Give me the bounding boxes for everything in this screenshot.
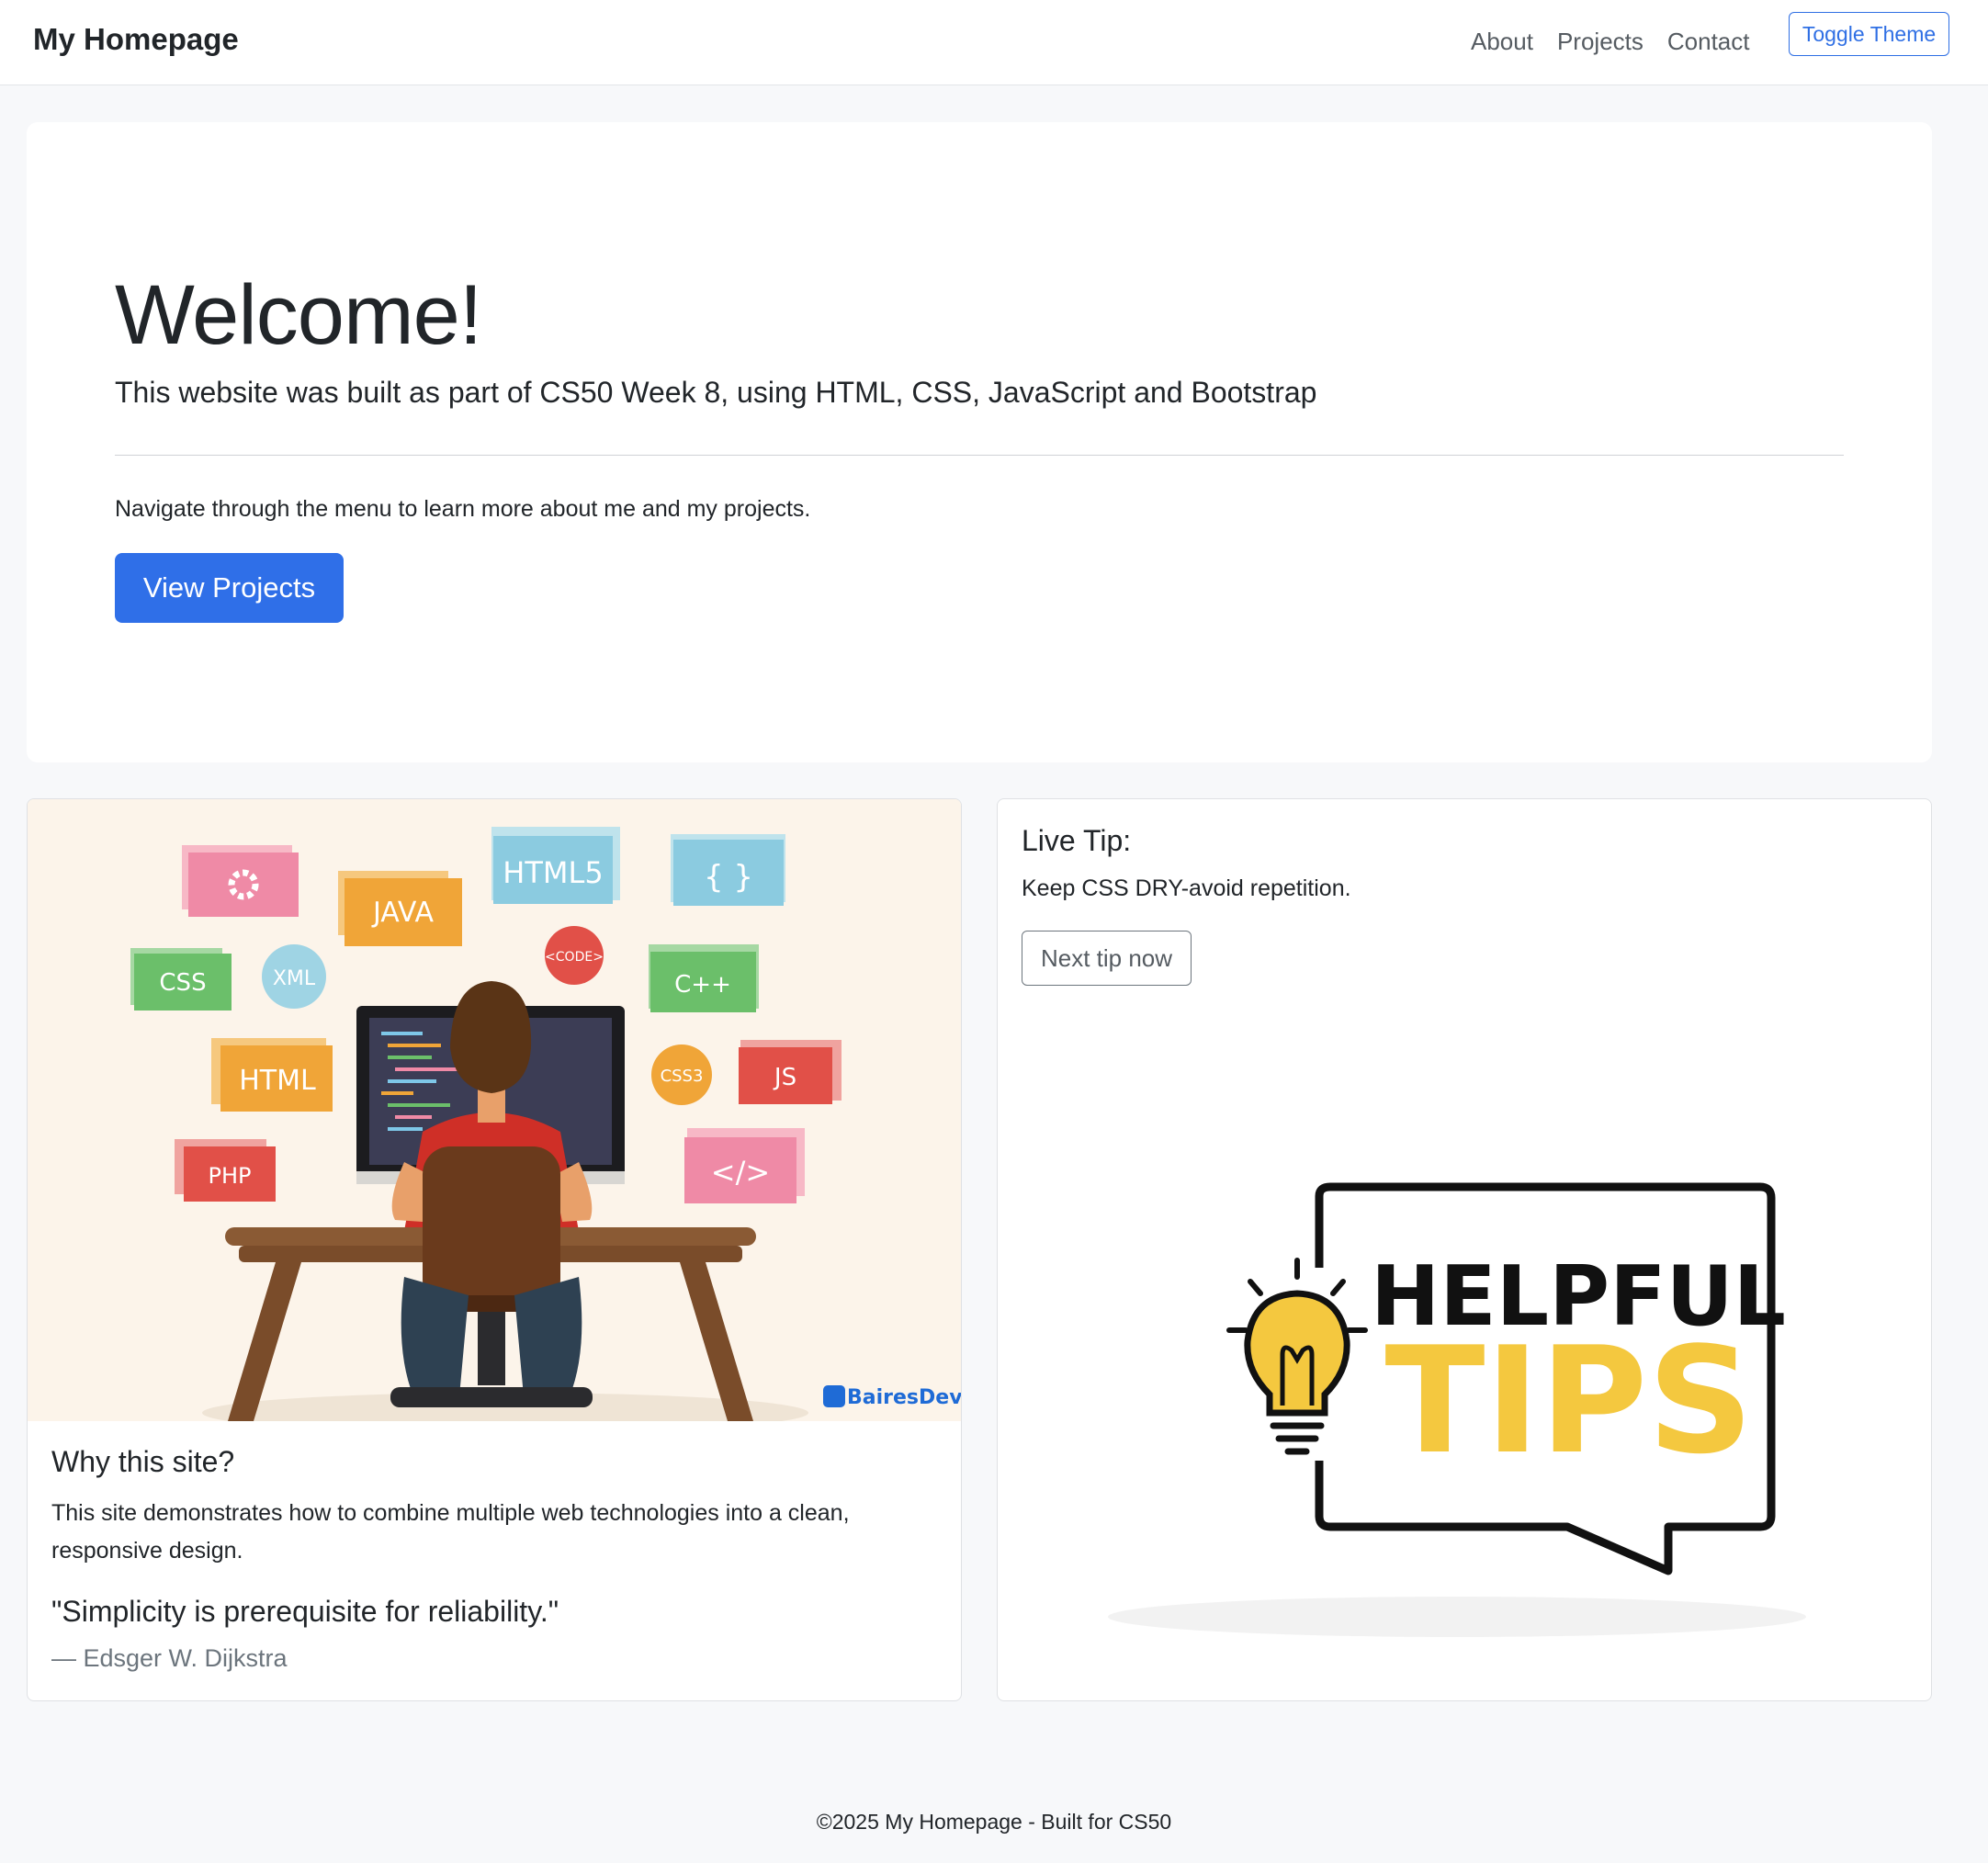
nav-link-projects[interactable]: Projects <box>1557 28 1643 56</box>
svg-text:CSS3: CSS3 <box>661 1067 704 1086</box>
svg-text:JS: JS <box>773 1064 796 1091</box>
view-projects-button[interactable]: View Projects <box>115 553 344 623</box>
brand-link[interactable]: My Homepage <box>33 22 239 57</box>
svg-text:HTML: HTML <box>239 1065 316 1097</box>
hero-divider <box>115 455 1844 456</box>
svg-text:</>: </> <box>711 1155 770 1190</box>
toggle-theme-button[interactable]: Toggle Theme <box>1789 12 1949 56</box>
next-tip-button[interactable]: Next tip now <box>1022 931 1192 986</box>
svg-text:HTML5: HTML5 <box>503 855 603 890</box>
hero-lead: This website was built as part of CS50 W… <box>115 376 1317 409</box>
quote-author: — Edsger W. Dijkstra <box>51 1644 288 1672</box>
why-card-text: This site demonstrates how to combine mu… <box>51 1500 850 1564</box>
nav-link-about[interactable]: About <box>1471 28 1533 56</box>
footer: ©2025 My Homepage - Built for CS50 <box>816 1810 1172 1834</box>
hero-title: Welcome! <box>115 268 482 362</box>
svg-text:XML: XML <box>273 967 316 990</box>
live-tip-card: Live Tip: Keep CSS DRY-avoid repetition.… <box>997 798 1932 1701</box>
svg-text:C++: C++ <box>674 971 731 999</box>
svg-text:PHP: PHP <box>209 1163 252 1189</box>
nav-link-contact[interactable]: Contact <box>1667 28 1750 56</box>
svg-text:<CODE>: <CODE> <box>545 950 604 965</box>
hero-section: Welcome! This website was built as part … <box>27 122 1932 762</box>
why-card-title: Why this site? <box>51 1445 235 1478</box>
svg-text:JAVA: JAVA <box>371 897 435 929</box>
nav-links: About Projects Contact <box>1471 28 1773 56</box>
navbar: My Homepage About Projects Contact Toggl… <box>0 0 1988 85</box>
developer-illustration: JAVA HTML5 { } CSS XML <CODE> C++ HTML C… <box>28 799 961 1421</box>
svg-text:{ }: { } <box>704 859 753 896</box>
live-tip-title: Live Tip: <box>1022 824 1132 857</box>
live-tip-text: Keep CSS DRY-avoid repetition. <box>1022 875 1351 901</box>
why-card: JAVA HTML5 { } CSS XML <CODE> C++ HTML C… <box>27 798 962 1701</box>
hero-text: Navigate through the menu to learn more … <box>115 496 811 522</box>
quote-text: "Simplicity is prerequisite for reliabil… <box>51 1595 559 1628</box>
svg-text:CSS: CSS <box>159 969 206 997</box>
svg-text:BairesDev: BairesDev <box>847 1386 961 1409</box>
svg-text:TIPS: TIPS <box>1384 1315 1753 1486</box>
lightbulb-speech-bubble-icon: HELPFUL TIPS <box>1090 1167 1843 1644</box>
